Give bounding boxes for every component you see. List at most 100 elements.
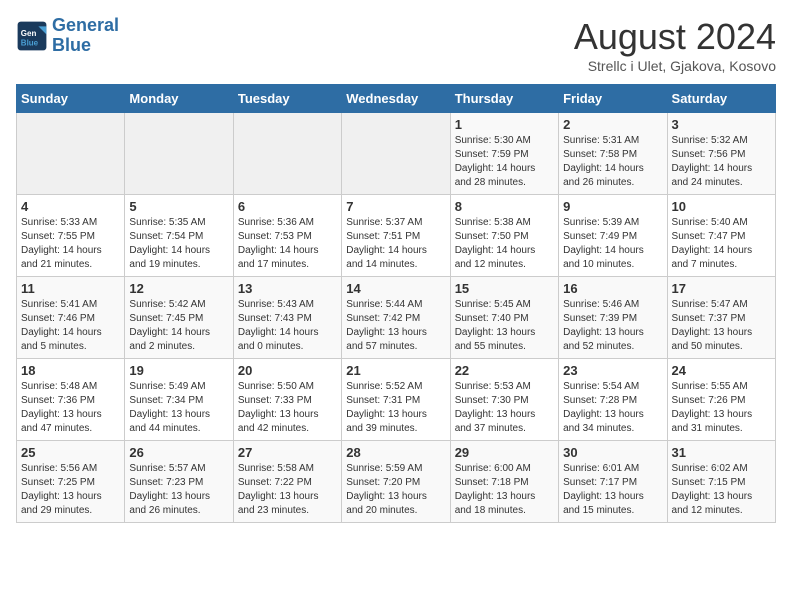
day-info: Sunrise: 5:35 AMSunset: 7:54 PMDaylight:… (129, 216, 228, 272)
day-info: Sunrise: 5:41 AMSunset: 7:46 PMDaylight:… (21, 298, 120, 354)
day-number: 15 (455, 281, 554, 296)
day-number: 7 (346, 199, 445, 214)
calendar-cell: 2 Sunrise: 5:31 AMSunset: 7:58 PMDaylight… (559, 113, 667, 195)
calendar-cell (342, 113, 450, 195)
day-info: Sunrise: 5:48 AMSunset: 7:36 PMDaylight:… (21, 380, 120, 436)
weekday-header-row: SundayMondayTuesdayWednesdayThursdayFrid… (17, 85, 776, 113)
day-number: 26 (129, 445, 228, 460)
calendar-cell: 18 Sunrise: 5:48 AMSunset: 7:36 PMDayligh… (17, 359, 125, 441)
calendar-cell: 11 Sunrise: 5:41 AMSunset: 7:46 PMDayligh… (17, 277, 125, 359)
day-number: 21 (346, 363, 445, 378)
calendar-cell: 15 Sunrise: 5:45 AMSunset: 7:40 PMDayligh… (450, 277, 558, 359)
calendar-cell: 26 Sunrise: 5:57 AMSunset: 7:23 PMDayligh… (125, 441, 233, 523)
day-number: 12 (129, 281, 228, 296)
weekday-header-friday: Friday (559, 85, 667, 113)
weekday-header-sunday: Sunday (17, 85, 125, 113)
weekday-header-thursday: Thursday (450, 85, 558, 113)
weekday-header-monday: Monday (125, 85, 233, 113)
calendar-cell: 17Sunrise: 5:47 AMSunset: 7:37 PMDayligh… (667, 277, 775, 359)
weekday-header-wednesday: Wednesday (342, 85, 450, 113)
logo: Gen Blue General Blue (16, 16, 119, 56)
day-info: Sunrise: 5:57 AMSunset: 7:23 PMDaylight:… (129, 462, 228, 518)
day-info: Sunrise: 5:58 AMSunset: 7:22 PMDaylight:… (238, 462, 337, 518)
day-info: Sunrise: 5:31 AMSunset: 7:58 PMDaylight:… (563, 134, 662, 190)
day-number: 19 (129, 363, 228, 378)
weekday-header-tuesday: Tuesday (233, 85, 341, 113)
calendar-cell: 19 Sunrise: 5:49 AMSunset: 7:34 PMDayligh… (125, 359, 233, 441)
day-info: Sunrise: 5:30 AMSunset: 7:59 PMDaylight:… (455, 134, 554, 190)
logo-text: General Blue (52, 16, 119, 56)
week-row-3: 11 Sunrise: 5:41 AMSunset: 7:46 PMDayligh… (17, 277, 776, 359)
day-number: 13 (238, 281, 337, 296)
day-info: Sunrise: 5:54 AMSunset: 7:28 PMDaylight:… (563, 380, 662, 436)
day-number: 14 (346, 281, 445, 296)
week-row-4: 18 Sunrise: 5:48 AMSunset: 7:36 PMDayligh… (17, 359, 776, 441)
calendar-cell: 27 Sunrise: 5:58 AMSunset: 7:22 PMDayligh… (233, 441, 341, 523)
day-info: Sunrise: 5:50 AMSunset: 7:33 PMDaylight:… (238, 380, 337, 436)
calendar-cell: 30 Sunrise: 6:01 AMSunset: 7:17 PMDayligh… (559, 441, 667, 523)
calendar-cell: 8Sunrise: 5:38 AMSunset: 7:50 PMDaylight… (450, 195, 558, 277)
day-info: Sunrise: 6:01 AMSunset: 7:17 PMDaylight:… (563, 462, 662, 518)
day-info: Sunrise: 6:02 AMSunset: 7:15 PMDaylight:… (672, 462, 771, 518)
day-number: 31 (672, 445, 771, 460)
day-info: Sunrise: 5:40 AMSunset: 7:47 PMDaylight:… (672, 216, 771, 272)
day-info: Sunrise: 6:00 AMSunset: 7:18 PMDaylight:… (455, 462, 554, 518)
day-info: Sunrise: 5:42 AMSunset: 7:45 PMDaylight:… (129, 298, 228, 354)
day-info: Sunrise: 5:46 AMSunset: 7:39 PMDaylight:… (563, 298, 662, 354)
calendar-cell: 24 Sunrise: 5:55 AMSunset: 7:26 PMDayligh… (667, 359, 775, 441)
day-info: Sunrise: 5:59 AMSunset: 7:20 PMDaylight:… (346, 462, 445, 518)
month-title: August 2024 (574, 16, 776, 58)
svg-text:Blue: Blue (21, 38, 39, 47)
day-info: Sunrise: 5:53 AMSunset: 7:30 PMDaylight:… (455, 380, 554, 436)
calendar-cell: 10Sunrise: 5:40 AMSunset: 7:47 PMDayligh… (667, 195, 775, 277)
day-number: 23 (563, 363, 662, 378)
location: Strellc i Ulet, Gjakova, Kosovo (574, 58, 776, 74)
day-number: 29 (455, 445, 554, 460)
day-info: Sunrise: 5:37 AMSunset: 7:51 PMDaylight:… (346, 216, 445, 272)
day-info: Sunrise: 5:52 AMSunset: 7:31 PMDaylight:… (346, 380, 445, 436)
logo-icon: Gen Blue (16, 20, 48, 52)
day-number: 11 (21, 281, 120, 296)
day-info: Sunrise: 5:56 AMSunset: 7:25 PMDaylight:… (21, 462, 120, 518)
day-number: 28 (346, 445, 445, 460)
calendar-cell: 31 Sunrise: 6:02 AMSunset: 7:15 PMDayligh… (667, 441, 775, 523)
day-number: 22 (455, 363, 554, 378)
calendar-cell (17, 113, 125, 195)
day-number: 27 (238, 445, 337, 460)
day-number: 4 (21, 199, 120, 214)
calendar-cell: 7 Sunrise: 5:37 AMSunset: 7:51 PMDaylight… (342, 195, 450, 277)
week-row-5: 25 Sunrise: 5:56 AMSunset: 7:25 PMDayligh… (17, 441, 776, 523)
day-info: Sunrise: 5:32 AMSunset: 7:56 PMDaylight:… (672, 134, 771, 190)
day-number: 2 (563, 117, 662, 132)
day-number: 25 (21, 445, 120, 460)
day-number: 20 (238, 363, 337, 378)
day-info: Sunrise: 5:44 AMSunset: 7:42 PMDaylight:… (346, 298, 445, 354)
calendar-cell: 22 Sunrise: 5:53 AMSunset: 7:30 PMDayligh… (450, 359, 558, 441)
weekday-header-saturday: Saturday (667, 85, 775, 113)
day-number: 18 (21, 363, 120, 378)
page-header: Gen Blue General Blue August 2024 Strell… (16, 16, 776, 74)
calendar-cell (125, 113, 233, 195)
calendar-cell: 1 Sunrise: 5:30 AMSunset: 7:59 PMDaylight… (450, 113, 558, 195)
calendar-cell (233, 113, 341, 195)
calendar-cell: 23 Sunrise: 5:54 AMSunset: 7:28 PMDayligh… (559, 359, 667, 441)
day-number: 6 (238, 199, 337, 214)
day-info: Sunrise: 5:45 AMSunset: 7:40 PMDaylight:… (455, 298, 554, 354)
calendar-cell: 5 Sunrise: 5:35 AMSunset: 7:54 PMDaylight… (125, 195, 233, 277)
day-number: 30 (563, 445, 662, 460)
day-info: Sunrise: 5:49 AMSunset: 7:34 PMDaylight:… (129, 380, 228, 436)
day-number: 3 (672, 117, 771, 132)
day-number: 5 (129, 199, 228, 214)
calendar-cell: 25 Sunrise: 5:56 AMSunset: 7:25 PMDayligh… (17, 441, 125, 523)
svg-text:Gen: Gen (21, 29, 37, 38)
calendar-cell: 28 Sunrise: 5:59 AMSunset: 7:20 PMDayligh… (342, 441, 450, 523)
day-number: 24 (672, 363, 771, 378)
calendar-cell: 29 Sunrise: 6:00 AMSunset: 7:18 PMDayligh… (450, 441, 558, 523)
week-row-2: 4Sunrise: 5:33 AMSunset: 7:55 PMDaylight… (17, 195, 776, 277)
calendar-table: SundayMondayTuesdayWednesdayThursdayFrid… (16, 84, 776, 523)
day-number: 8 (455, 199, 554, 214)
calendar-cell: 3 Sunrise: 5:32 AMSunset: 7:56 PMDaylight… (667, 113, 775, 195)
day-info: Sunrise: 5:55 AMSunset: 7:26 PMDaylight:… (672, 380, 771, 436)
day-number: 1 (455, 117, 554, 132)
calendar-cell: 4Sunrise: 5:33 AMSunset: 7:55 PMDaylight… (17, 195, 125, 277)
